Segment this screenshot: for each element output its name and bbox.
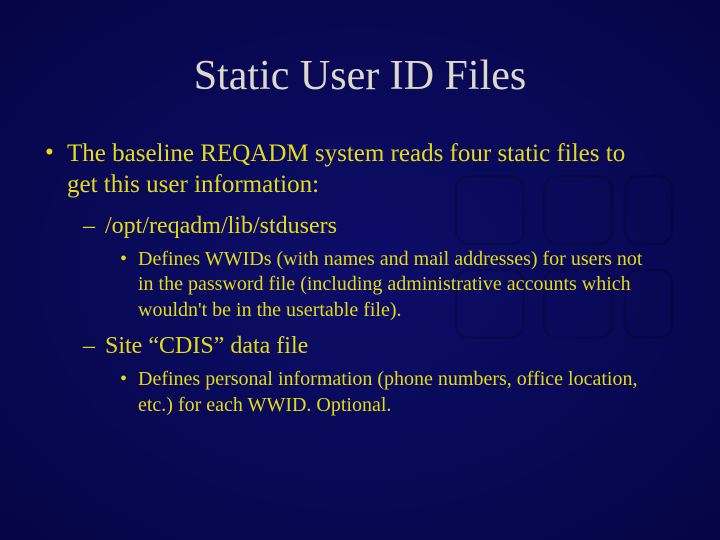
bullet-item: • Defines personal information (phone nu…	[120, 367, 660, 418]
bullet-marker: –	[83, 211, 105, 241]
bullet-marker: •	[120, 367, 138, 418]
slide-title: Static User ID Files	[0, 0, 720, 138]
bullet-text: Defines WWIDs (with names and mail addre…	[138, 247, 660, 324]
bullet-item: • The baseline REQADM system reads four …	[45, 138, 660, 201]
bullet-text: /opt/reqadm/lib/stdusers	[105, 211, 337, 241]
bullet-marker: •	[45, 138, 67, 201]
bullet-marker: •	[120, 247, 138, 324]
slide-content: • The baseline REQADM system reads four …	[0, 138, 720, 418]
bullet-text: The baseline REQADM system reads four st…	[67, 138, 660, 201]
bullet-item: – /opt/reqadm/lib/stdusers	[83, 211, 660, 241]
bullet-item: • Defines WWIDs (with names and mail add…	[120, 247, 660, 324]
slide: Static User ID Files • The baseline REQA…	[0, 0, 720, 540]
bullet-item: – Site “CDIS” data file	[83, 331, 660, 361]
bullet-text: Site “CDIS” data file	[105, 331, 308, 361]
bullet-marker: –	[83, 331, 105, 361]
bullet-text: Defines personal information (phone numb…	[138, 367, 660, 418]
